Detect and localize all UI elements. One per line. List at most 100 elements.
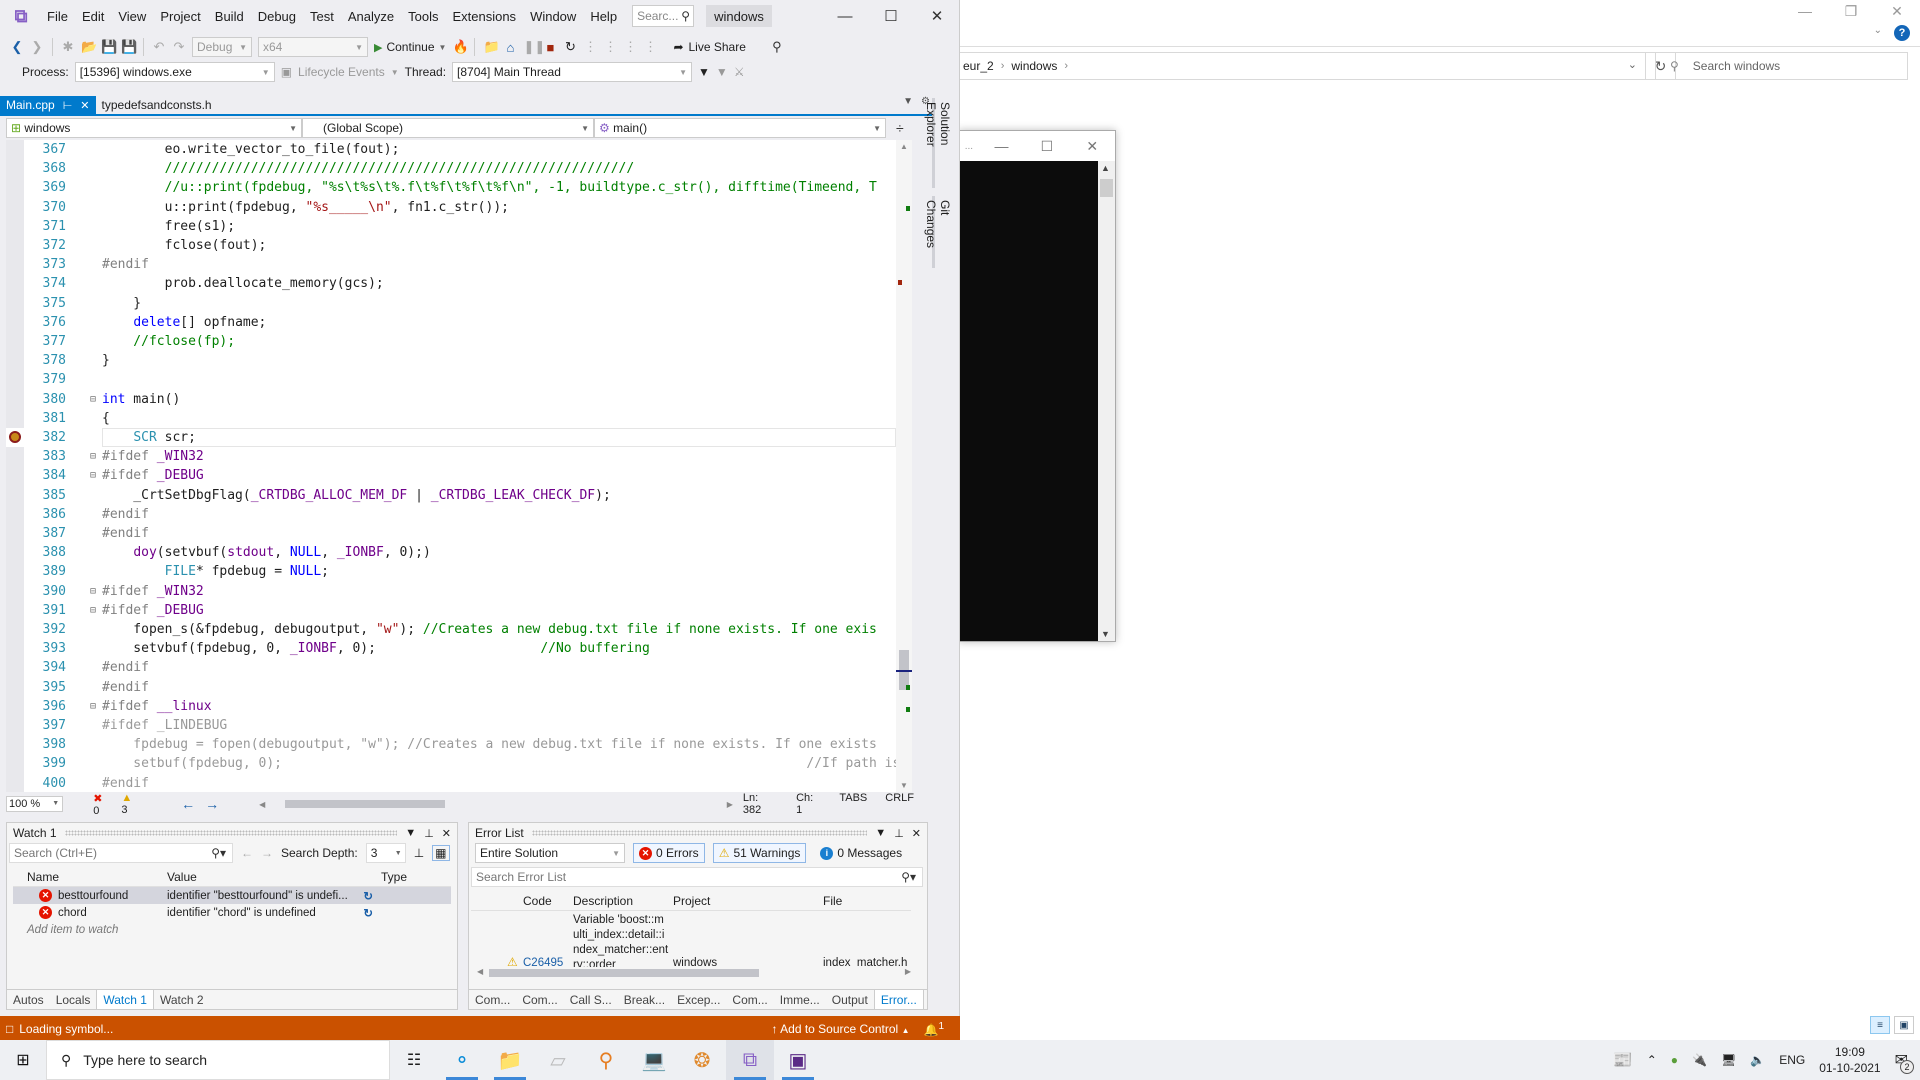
menu-file[interactable]: File: [40, 9, 75, 24]
breadcrumb-item[interactable]: windows: [1011, 59, 1057, 73]
continue-button[interactable]: ▶ Continue ▼: [374, 40, 446, 54]
code-line[interactable]: 370 u::print(fpdebug, "%s_____\n", fn1.c…: [6, 198, 896, 217]
filter-icon[interactable]: ▼: [698, 65, 710, 79]
code-line[interactable]: 385 _CrtSetDbgFlag(_CRTDBG_ALLOC_MEM_DF …: [6, 486, 896, 505]
scroll-down-icon[interactable]: ▼: [1101, 629, 1110, 639]
tab-list-dropdown-icon[interactable]: ▼: [903, 96, 913, 107]
line-endings[interactable]: CRLF: [885, 792, 914, 816]
lifecycle-events-dropdown[interactable]: Lifecycle Events: [298, 65, 385, 79]
tab-breakpoints[interactable]: Break...: [618, 990, 671, 1010]
maximize-button[interactable]: ☐: [1024, 138, 1069, 155]
network-app-icon[interactable]: 💻: [630, 1040, 678, 1080]
menu-debug[interactable]: Debug: [251, 9, 303, 24]
action-center-icon[interactable]: ✉ 2: [1895, 1050, 1914, 1074]
zoom-dropdown[interactable]: 100 % ▼: [6, 796, 64, 812]
console-output[interactable]: [959, 161, 1098, 641]
code-line[interactable]: 373 #endif: [6, 255, 896, 274]
code-line[interactable]: 397 #ifdef _LINDEBUG: [6, 716, 896, 735]
member-dropdown[interactable]: ⚙ main() ▼: [594, 118, 886, 138]
toolbar-overflow-icon[interactable]: ⋮: [643, 39, 657, 55]
close-button[interactable]: ✕: [1070, 138, 1115, 155]
chevron-down-icon[interactable]: ▼: [439, 43, 447, 52]
current-statement-breakpoint-icon[interactable]: [9, 431, 21, 443]
menu-view[interactable]: View: [111, 9, 153, 24]
column-code[interactable]: Code: [523, 894, 573, 908]
step-into-icon[interactable]: ⋮: [603, 39, 617, 55]
tab-error-list[interactable]: Error...: [873, 989, 924, 1010]
close-icon[interactable]: ✕: [80, 99, 89, 112]
scroll-up-icon[interactable]: ▲: [900, 142, 908, 151]
tab-autos[interactable]: Autos: [7, 990, 50, 1010]
window-position-icon[interactable]: ▼: [405, 827, 416, 840]
scroll-right-icon[interactable]: ▶: [905, 967, 911, 976]
scroll-left-icon[interactable]: ◀: [477, 967, 483, 976]
step-over-icon[interactable]: ⋮: [583, 39, 597, 55]
code-line[interactable]: 384 ⊟ #ifdef _DEBUG: [6, 466, 896, 485]
scroll-right-icon[interactable]: ▶: [727, 800, 733, 809]
notifications-button[interactable]: 🔔1: [923, 1021, 944, 1037]
error-list-hscrollbar[interactable]: ◀ ▶: [477, 967, 911, 979]
errors-indicator[interactable]: ✖ 0: [93, 792, 111, 817]
swirl-app-icon[interactable]: ❂: [678, 1040, 726, 1080]
navigate-forward-icon[interactable]: ❯: [30, 39, 44, 55]
menu-project[interactable]: Project: [153, 9, 207, 24]
minimize-button[interactable]: —: [1782, 0, 1828, 22]
visual-studio-icon[interactable]: ⧉: [726, 1040, 774, 1080]
code-line[interactable]: 398 fpdebug = fopen(debugoutput, "w"); /…: [6, 735, 896, 754]
help-icon[interactable]: ?: [1894, 25, 1910, 41]
code-line[interactable]: 380 ⊟ int main(): [6, 390, 896, 409]
menu-build[interactable]: Build: [208, 9, 251, 24]
tab-command[interactable]: Com...: [516, 990, 563, 1010]
vs-search-input[interactable]: Searc... ⚲: [632, 5, 695, 27]
tab-output[interactable]: Output: [826, 990, 874, 1010]
column-type[interactable]: Type: [377, 870, 407, 884]
filter-threads-icon[interactable]: ▼: [716, 65, 728, 79]
tab-command-window[interactable]: Com...: [469, 990, 516, 1010]
watch-row[interactable]: ✕ besttourfound identifier "besttourfound…: [13, 887, 451, 904]
error-row[interactable]: ⚠ C26495 Variable 'boost::multi_index::d…: [471, 911, 911, 967]
tab-command-2[interactable]: Com...: [726, 990, 773, 1010]
menu-tools[interactable]: Tools: [401, 9, 445, 24]
messages-filter-button[interactable]: i0 Messages: [814, 843, 908, 863]
break-all-icon[interactable]: ❚❚: [523, 39, 545, 55]
menu-edit[interactable]: Edit: [75, 9, 111, 24]
large-icons-view-icon[interactable]: ▣: [1894, 1016, 1914, 1034]
search-depth-dropdown[interactable]: 3 ▼: [365, 843, 406, 863]
fold-toggle-icon[interactable]: ⊟: [90, 447, 96, 466]
solution-explorer-tab[interactable]: Solution Explorer: [924, 98, 954, 188]
search-back-icon[interactable]: ←: [241, 846, 253, 860]
pin-icon[interactable]: ⊥: [424, 827, 434, 840]
new-item-icon[interactable]: ✱: [61, 39, 75, 55]
browser-link-icon[interactable]: ⌂: [503, 40, 517, 55]
navigate-back-icon[interactable]: ❮: [10, 39, 24, 55]
task-view-icon[interactable]: ☷: [390, 1040, 438, 1080]
add-watch-item[interactable]: Add item to watch: [13, 921, 451, 938]
code-line[interactable]: 396 ⊟ #ifdef __linux: [6, 697, 896, 716]
power-icon[interactable]: 🔌: [1692, 1053, 1707, 1067]
language-indicator[interactable]: ENG: [1779, 1053, 1805, 1067]
details-view-icon[interactable]: ≡: [1870, 1016, 1890, 1034]
close-button[interactable]: ✕: [914, 0, 960, 32]
add-to-source-control-button[interactable]: ↑ Add to Source Control ▲: [771, 1022, 909, 1036]
tab-locals[interactable]: Locals: [50, 990, 97, 1010]
fold-toggle-icon[interactable]: ⊟: [90, 466, 96, 485]
news-icon[interactable]: 📰: [1613, 1050, 1633, 1070]
fold-toggle-icon[interactable]: ⊟: [90, 601, 96, 620]
code-line[interactable]: 376 delete[] opfname;: [6, 313, 896, 332]
open-file-icon[interactable]: 📂: [81, 39, 97, 55]
error-scope-dropdown[interactable]: Entire Solution ▼: [475, 843, 625, 863]
code-line[interactable]: 375 }: [6, 294, 896, 313]
fold-toggle-icon[interactable]: ⊟: [90, 582, 96, 601]
column-project[interactable]: Project: [673, 894, 823, 908]
fold-toggle-icon[interactable]: ⊟: [90, 697, 96, 716]
code-line[interactable]: 368 ////////////////////////////////////…: [6, 159, 896, 178]
code-editor[interactable]: 367 eo.write_vector_to_file(fout); 368 //…: [6, 140, 896, 792]
scroll-down-icon[interactable]: ▼: [900, 781, 908, 790]
editor-vertical-scrollbar[interactable]: ▲ ▼: [896, 140, 912, 792]
find-in-files-icon[interactable]: 📁: [483, 39, 499, 55]
hot-reload-icon[interactable]: 🔥: [452, 39, 468, 55]
tab-watch-1[interactable]: Watch 1: [96, 989, 154, 1010]
menu-window[interactable]: Window: [523, 9, 583, 24]
maximize-button[interactable]: ☐: [868, 0, 914, 32]
taskbar-search-input[interactable]: ⚲ Type here to search: [46, 1040, 390, 1080]
